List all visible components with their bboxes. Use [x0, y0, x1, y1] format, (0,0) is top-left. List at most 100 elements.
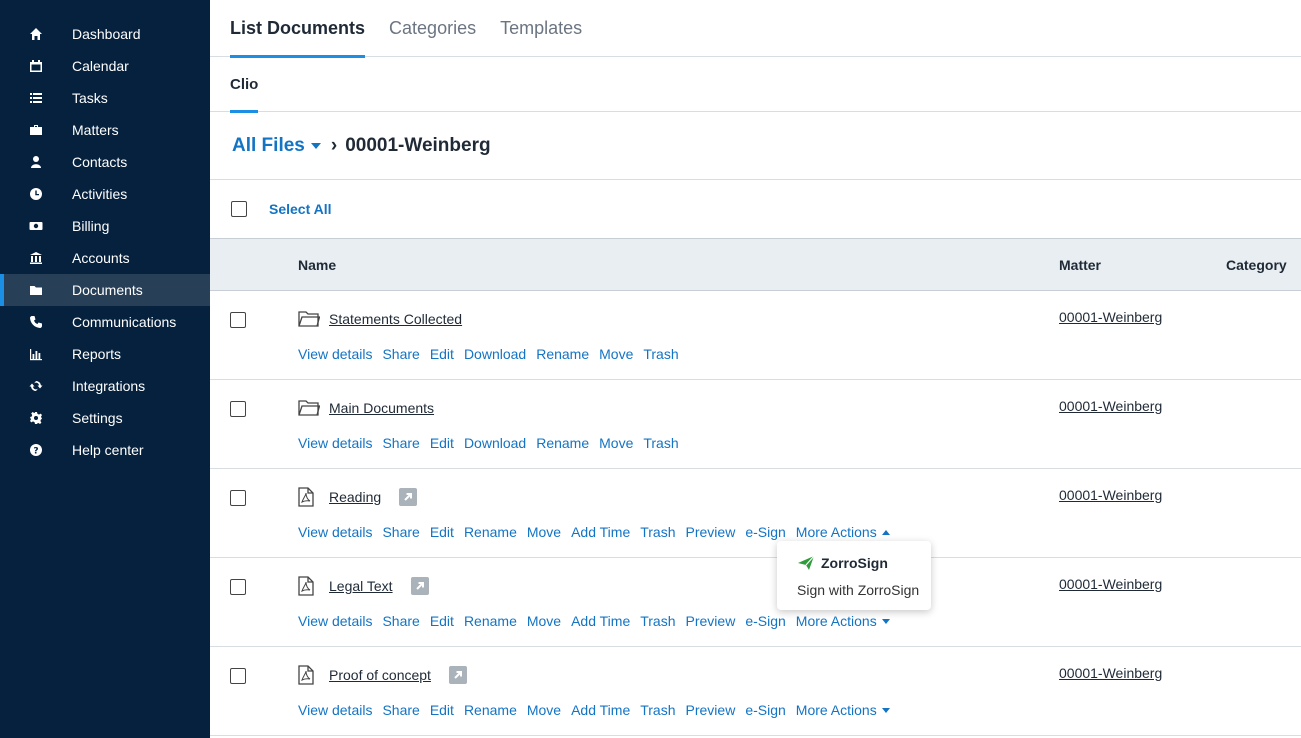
sidebar-item-contacts[interactable]: Contacts: [0, 146, 210, 178]
sidebar-item-reports[interactable]: Reports: [0, 338, 210, 370]
more-actions-button[interactable]: More Actions: [796, 524, 890, 540]
row-checkbox[interactable]: [230, 312, 246, 328]
sidebar-item-dashboard[interactable]: Dashboard: [0, 18, 210, 50]
row-checkbox[interactable]: [230, 579, 246, 595]
more-actions-button[interactable]: More Actions: [796, 613, 890, 629]
sidebar-item-tasks[interactable]: Tasks: [0, 82, 210, 114]
document-name-link[interactable]: Main Documents: [329, 400, 434, 416]
external-link-icon[interactable]: [410, 577, 429, 595]
document-name-link[interactable]: Reading: [329, 489, 381, 505]
action-trash[interactable]: Trash: [640, 613, 675, 629]
action-view-details[interactable]: View details: [298, 524, 372, 540]
sidebar-item-matters[interactable]: Matters: [0, 114, 210, 146]
row-checkbox[interactable]: [230, 490, 246, 506]
action-preview[interactable]: Preview: [686, 524, 736, 540]
more-actions-label: More Actions: [795, 613, 877, 629]
action-share[interactable]: Share: [382, 435, 419, 451]
column-header-name[interactable]: Name: [298, 257, 336, 273]
action-rename[interactable]: Rename: [464, 524, 517, 540]
tab-categories[interactable]: Categories: [389, 0, 476, 57]
sign-with-zorrosign-item[interactable]: Sign with ZorroSign: [797, 582, 919, 598]
action-edit[interactable]: Edit: [430, 346, 454, 362]
action-view-details[interactable]: View details: [298, 702, 372, 718]
external-link-icon[interactable]: [448, 666, 467, 684]
action-rename[interactable]: Rename: [464, 702, 517, 718]
matter-link[interactable]: 00001-Weinberg: [1059, 309, 1162, 325]
action-preview[interactable]: Preview: [686, 702, 736, 718]
action-rename[interactable]: Rename: [464, 613, 517, 629]
column-header-matter[interactable]: Matter: [1059, 257, 1101, 273]
action-trash[interactable]: Trash: [640, 524, 675, 540]
more-actions-button[interactable]: More Actions: [796, 702, 890, 718]
action-edit[interactable]: Edit: [430, 524, 454, 540]
action-download[interactable]: Download: [464, 435, 526, 451]
action-rename[interactable]: Rename: [536, 435, 589, 451]
sidebar-item-activities[interactable]: Activities: [0, 178, 210, 210]
sidebar-item-calendar[interactable]: Calendar: [0, 50, 210, 82]
document-list: Statements Collected View details Share Edi…: [210, 291, 1301, 736]
sidebar-item-label: Integrations: [72, 378, 146, 394]
action-add-time[interactable]: Add Time: [571, 702, 630, 718]
action-share[interactable]: Share: [382, 613, 419, 629]
document-name-link[interactable]: Legal Text: [329, 578, 393, 594]
sidebar-item-help-center[interactable]: ? Help center: [0, 434, 210, 466]
sidebar-item-label: Reports: [72, 346, 122, 362]
action-e-sign[interactable]: e-Sign: [745, 524, 785, 540]
action-move[interactable]: Move: [527, 524, 561, 540]
phone-icon: [0, 315, 72, 329]
action-edit[interactable]: Edit: [430, 613, 454, 629]
matter-link[interactable]: 00001-Weinberg: [1059, 398, 1162, 414]
column-header-category[interactable]: Category: [1226, 257, 1287, 273]
help-icon: ?: [0, 443, 72, 457]
document-name-link[interactable]: Statements Collected: [329, 311, 462, 327]
action-view-details[interactable]: View details: [298, 435, 372, 451]
tab-list-documents[interactable]: List Documents: [230, 0, 366, 58]
action-add-time[interactable]: Add Time: [571, 613, 630, 629]
sidebar-item-accounts[interactable]: Accounts: [0, 242, 210, 274]
bar-chart-icon: [0, 347, 72, 361]
subtab-clio[interactable]: Clio: [230, 57, 259, 113]
action-view-details[interactable]: View details: [298, 613, 372, 629]
action-rename[interactable]: Rename: [536, 346, 589, 362]
action-move[interactable]: Move: [527, 702, 561, 718]
document-name-link[interactable]: Proof of concept: [329, 667, 431, 683]
action-e-sign[interactable]: e-Sign: [745, 702, 785, 718]
breadcrumb-all-files[interactable]: All Files: [232, 135, 321, 157]
sidebar-item-settings[interactable]: Settings: [0, 402, 210, 434]
matter-link[interactable]: 00001-Weinberg: [1059, 576, 1162, 592]
select-all-link[interactable]: Select All: [269, 201, 332, 217]
action-add-time[interactable]: Add Time: [571, 524, 630, 540]
action-trash[interactable]: Trash: [643, 435, 678, 451]
more-actions-popup: ZorroSign Sign with ZorroSign: [777, 541, 931, 610]
row-checkbox[interactable]: [230, 401, 246, 417]
tab-templates[interactable]: Templates: [500, 0, 582, 57]
action-view-details[interactable]: View details: [298, 346, 372, 362]
action-download[interactable]: Download: [464, 346, 526, 362]
matter-link[interactable]: 00001-Weinberg: [1059, 665, 1162, 681]
action-move[interactable]: Move: [527, 613, 561, 629]
action-share[interactable]: Share: [382, 346, 419, 362]
sidebar-item-integrations[interactable]: Integrations: [0, 370, 210, 402]
action-preview[interactable]: Preview: [686, 613, 736, 629]
more-actions-label: More Actions: [795, 524, 877, 540]
action-trash[interactable]: Trash: [640, 702, 675, 718]
sidebar-item-billing[interactable]: Billing: [0, 210, 210, 242]
matter-link[interactable]: 00001-Weinberg: [1059, 487, 1162, 503]
subtab-bar: Clio: [210, 57, 1301, 113]
action-share[interactable]: Share: [382, 524, 419, 540]
sidebar-item-communications[interactable]: Communications: [0, 306, 210, 338]
action-share[interactable]: Share: [382, 702, 419, 718]
action-edit[interactable]: Edit: [430, 702, 454, 718]
row-checkbox[interactable]: [230, 668, 246, 684]
external-link-icon[interactable]: [399, 488, 418, 506]
action-edit[interactable]: Edit: [430, 435, 454, 451]
action-e-sign[interactable]: e-Sign: [745, 613, 785, 629]
action-move[interactable]: Move: [599, 435, 633, 451]
select-all-checkbox[interactable]: [231, 201, 247, 217]
zorrosign-brand: ZorroSign: [821, 555, 888, 571]
action-move[interactable]: Move: [599, 346, 633, 362]
sidebar-item-documents[interactable]: Documents: [0, 274, 210, 306]
svg-text:?: ?: [33, 447, 38, 457]
main-content: List Documents Categories Templates Clio…: [210, 0, 1301, 738]
action-trash[interactable]: Trash: [643, 346, 678, 362]
